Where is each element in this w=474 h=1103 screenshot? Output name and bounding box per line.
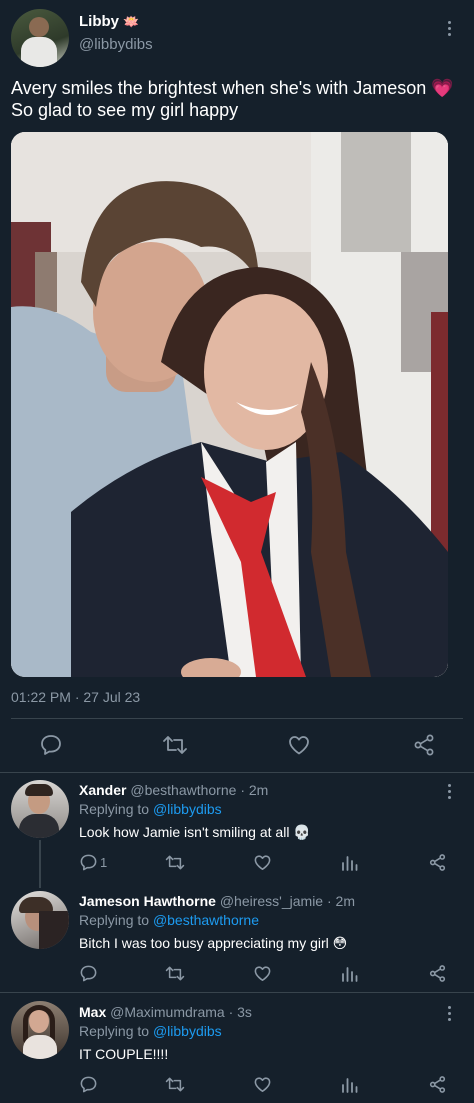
more-options-icon[interactable] — [448, 1006, 452, 1021]
replying-to-1: Replying to @libbydibs — [79, 801, 222, 817]
analytics-icon[interactable] — [341, 965, 358, 987]
reply-time: · 2m — [240, 782, 269, 798]
libby-avatar[interactable] — [11, 9, 69, 67]
photo-couple-illustration — [11, 132, 448, 677]
reply-author-handle[interactable]: @heiress'_jamie — [220, 893, 323, 909]
like-icon[interactable] — [253, 964, 272, 988]
like-icon[interactable] — [287, 733, 311, 762]
reply-author-name[interactable]: Xander — [79, 782, 126, 798]
jameson-avatar[interactable] — [11, 891, 69, 949]
replying-to-link[interactable]: @libbydibs — [153, 801, 222, 817]
reply-author-handle[interactable]: @besthawthorne — [130, 782, 236, 798]
share-icon[interactable] — [428, 853, 447, 877]
tweet-timestamp: 01:22 PM · 27 Jul 23 — [11, 689, 141, 705]
reply-text-1: Look how Jamie isn't smiling at all 💀 — [79, 824, 311, 841]
replying-label: Replying to — [79, 801, 150, 817]
reply-header-2: Jameson Hawthorne @heiress'_jamie · 2m — [79, 893, 355, 909]
reply-count: 1 — [100, 855, 108, 870]
reply-text-2: Bitch I was too busy appreciating my gir… — [79, 935, 347, 952]
like-icon[interactable] — [253, 853, 272, 877]
replying-to-2: Replying to @besthawthorne — [79, 912, 259, 928]
replying-label: Replying to — [79, 1023, 150, 1039]
reply-header-1: Xander @besthawthorne · 2m — [79, 782, 268, 798]
pink-heart-emoji: 💗 — [431, 78, 454, 98]
replying-label: Replying to — [79, 912, 150, 928]
analytics-icon[interactable] — [341, 854, 358, 876]
reply-icon[interactable] — [79, 1075, 98, 1099]
reply-icon[interactable] — [39, 733, 63, 762]
replying-to-link[interactable]: @besthawthorne — [153, 912, 259, 928]
share-icon[interactable] — [412, 733, 436, 762]
author-handle[interactable]: @libbydibs — [79, 36, 153, 53]
retweet-icon[interactable] — [165, 1075, 185, 1099]
flushed-emoji: 😳 — [332, 935, 348, 951]
author-name[interactable]: Libby — [79, 13, 119, 30]
retweet-icon[interactable] — [165, 853, 185, 877]
reply-action-bar-1: 1 — [0, 853, 474, 873]
reply-icon[interactable] — [79, 853, 98, 877]
reply-time: · 3s — [228, 1004, 252, 1020]
tweet-photo[interactable] — [11, 132, 448, 677]
analytics-icon[interactable] — [341, 1076, 358, 1098]
reply-action-bar-2 — [0, 964, 474, 984]
replying-to-link[interactable]: @libbydibs — [153, 1023, 222, 1039]
reply-time: · 2m — [326, 893, 355, 909]
reply-icon[interactable] — [79, 964, 98, 988]
reply-header-3: Max @Maximumdrama · 3s — [79, 1004, 252, 1020]
author-name-row[interactable]: Libby 🪷 — [79, 13, 139, 30]
reply-text: Bitch I was too busy appreciating my gir… — [79, 935, 329, 951]
divider — [0, 772, 474, 773]
share-icon[interactable] — [428, 964, 447, 988]
max-avatar[interactable] — [11, 1001, 69, 1059]
xander-avatar[interactable] — [11, 780, 69, 838]
tweet-text-line1: Avery smiles the brightest when she's wi… — [11, 78, 427, 98]
replying-to-3: Replying to @libbydibs — [79, 1023, 222, 1039]
more-options-icon[interactable] — [448, 784, 452, 799]
reply-author-handle[interactable]: @Maximumdrama — [110, 1004, 225, 1020]
reply-text: Look how Jamie isn't smiling at all — [79, 824, 290, 840]
reply-author-name[interactable]: Max — [79, 1004, 106, 1020]
lotus-emoji: 🪷 — [123, 14, 140, 29]
tweet-text: Avery smiles the brightest when she's wi… — [11, 77, 466, 121]
reply-text-3: IT COUPLE!!!! — [79, 1046, 168, 1062]
like-icon[interactable] — [253, 1075, 272, 1099]
tweet-text-line2: So glad to see my girl happy — [11, 100, 239, 120]
more-options-icon[interactable] — [448, 21, 452, 36]
retweet-icon[interactable] — [165, 964, 185, 988]
divider — [11, 718, 463, 719]
reply-author-name[interactable]: Jameson Hawthorne — [79, 893, 216, 909]
reply-text: IT COUPLE!!!! — [79, 1046, 169, 1062]
retweet-icon[interactable] — [162, 733, 188, 762]
divider — [0, 992, 474, 993]
reply-action-bar-3 — [0, 1075, 474, 1095]
share-icon[interactable] — [428, 1075, 447, 1099]
main-action-bar — [0, 733, 474, 759]
skull-emoji: 💀 — [293, 824, 311, 840]
